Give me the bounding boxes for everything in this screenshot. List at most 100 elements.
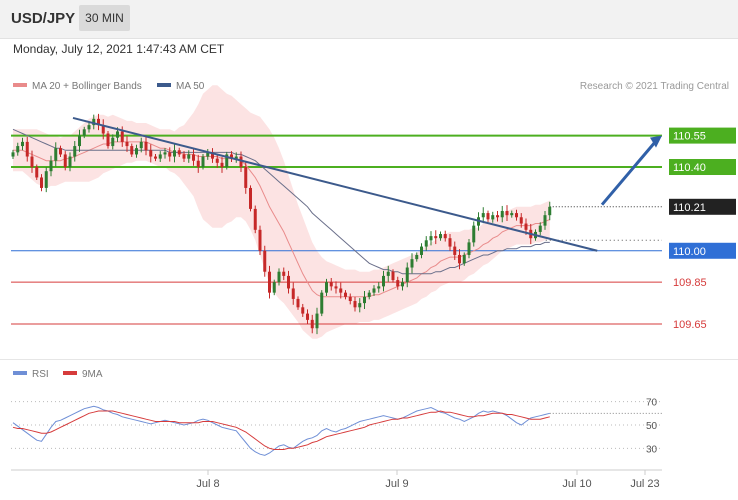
candle-body bbox=[505, 210, 509, 216]
candle-body bbox=[420, 246, 423, 255]
candle-body bbox=[500, 210, 504, 218]
rsi-tick-label: 30 bbox=[646, 444, 658, 455]
candle-body bbox=[268, 271, 271, 293]
candle-body bbox=[348, 296, 352, 302]
candle-body bbox=[182, 154, 186, 159]
candle-body bbox=[496, 215, 499, 218]
candle-body bbox=[467, 242, 471, 255]
forecast-arrow-shaft bbox=[600, 137, 660, 206]
candle-body bbox=[68, 156, 72, 168]
candle-body bbox=[282, 271, 286, 276]
candle-body bbox=[548, 206, 552, 216]
candle-body bbox=[410, 259, 414, 268]
candle-body bbox=[249, 187, 252, 209]
candle-body bbox=[339, 288, 343, 293]
candle-body bbox=[291, 288, 295, 299]
price-label-1: 110.40 bbox=[673, 162, 706, 174]
candle-body bbox=[120, 131, 124, 142]
candle-body bbox=[106, 133, 110, 147]
candle-body bbox=[462, 254, 466, 264]
candle-body bbox=[35, 167, 39, 178]
candle-body bbox=[287, 275, 290, 289]
candle-body bbox=[372, 288, 376, 293]
candle-body bbox=[54, 148, 58, 161]
candle-body bbox=[173, 150, 176, 157]
candle-body bbox=[458, 254, 461, 264]
candle-body bbox=[329, 282, 333, 287]
candle-body bbox=[367, 292, 371, 297]
candle-body bbox=[158, 154, 162, 159]
candle-body bbox=[320, 292, 324, 314]
candle-body bbox=[382, 275, 385, 287]
candle-body bbox=[258, 229, 262, 251]
candle-body bbox=[149, 150, 153, 157]
candle-body bbox=[519, 217, 523, 224]
candle-body bbox=[144, 141, 148, 151]
candle-body bbox=[21, 141, 24, 147]
price-label-0: 110.55 bbox=[673, 131, 706, 143]
candle-body bbox=[415, 254, 419, 260]
candle-body bbox=[358, 303, 362, 308]
candle-body bbox=[111, 137, 115, 147]
trendline bbox=[72, 116, 598, 252]
candle-body bbox=[443, 234, 447, 239]
candle-body bbox=[524, 223, 528, 230]
candle-body bbox=[543, 215, 547, 226]
price-label-3: 110.00 bbox=[673, 246, 706, 258]
candle-body bbox=[386, 271, 390, 276]
x-tick-label: Jul 9 bbox=[385, 478, 408, 490]
price-chart: 110.55 110.40 110.21 110.00 109.85 109.65 70 50… bbox=[11, 85, 736, 490]
candle-body bbox=[40, 177, 43, 188]
candle-body bbox=[325, 282, 328, 293]
price-label-5: 109.65 bbox=[673, 319, 707, 331]
x-tick-label: Jul 10 bbox=[562, 478, 591, 490]
candle-body bbox=[424, 240, 428, 247]
candle-body bbox=[538, 225, 542, 232]
candle-body bbox=[272, 282, 276, 293]
candle-body bbox=[344, 292, 347, 297]
candle-body bbox=[220, 162, 224, 168]
x-tick-label: Jul 8 bbox=[196, 478, 219, 490]
candle-body bbox=[510, 213, 514, 216]
candle-body bbox=[192, 154, 195, 161]
rsi-tick-label: 50 bbox=[646, 421, 658, 432]
candle-body bbox=[353, 301, 357, 308]
candle-body bbox=[472, 225, 476, 243]
candle-body bbox=[187, 154, 191, 159]
candle-body bbox=[253, 208, 257, 230]
candle-body bbox=[177, 150, 181, 155]
candle-body bbox=[196, 160, 200, 168]
candle-body bbox=[116, 131, 119, 138]
rsi-line bbox=[12, 405, 550, 456]
candle-body bbox=[315, 313, 319, 329]
candle-body bbox=[277, 271, 281, 283]
candle-body bbox=[59, 148, 62, 155]
candle-body bbox=[87, 125, 91, 130]
rsi-9ma-line bbox=[12, 410, 550, 450]
candle-body bbox=[429, 236, 433, 241]
candle-body bbox=[334, 286, 338, 289]
price-label-2: 110.21 bbox=[673, 202, 706, 214]
candle-body bbox=[215, 158, 219, 163]
candle-body bbox=[30, 156, 34, 168]
candle-body bbox=[11, 152, 15, 157]
candle-body bbox=[448, 238, 452, 247]
candle-body bbox=[44, 171, 48, 188]
candle-body bbox=[296, 298, 300, 308]
candle-body bbox=[396, 280, 400, 287]
candle-body bbox=[139, 141, 143, 149]
price-label-4: 109.85 bbox=[673, 277, 707, 289]
x-tick-label: Jul 23 bbox=[630, 478, 659, 490]
candle-body bbox=[434, 236, 438, 239]
chart-widget: USD/JPY 30 MIN Monday, July 12, 2021 1:4… bbox=[0, 0, 738, 500]
candle-body bbox=[306, 313, 309, 320]
candle-body bbox=[310, 319, 314, 329]
candle-body bbox=[135, 148, 138, 155]
candle-body bbox=[201, 156, 205, 168]
candle-body bbox=[491, 215, 495, 220]
candle-body bbox=[439, 234, 442, 239]
candle-body bbox=[163, 152, 167, 155]
candle-body bbox=[154, 156, 157, 159]
candle-body bbox=[168, 152, 172, 157]
candle-body bbox=[405, 267, 409, 283]
